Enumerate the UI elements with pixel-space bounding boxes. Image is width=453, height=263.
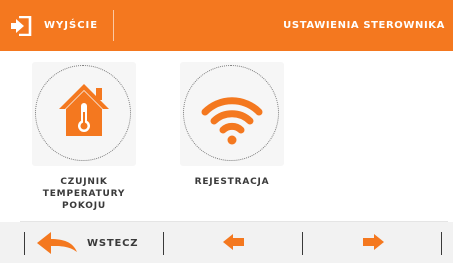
- tile-label: REJESTRACJA: [194, 177, 270, 187]
- arrow-left-icon[interactable]: [222, 232, 246, 252]
- back-button-label: WSTECZ: [87, 238, 139, 249]
- wifi-icon: [201, 97, 263, 145]
- exit-button-label[interactable]: WYJŚCIE: [44, 20, 98, 31]
- footer-divider: [302, 232, 303, 255]
- footer-divider: [24, 232, 25, 255]
- exit-icon[interactable]: [10, 16, 32, 36]
- arrow-right-icon[interactable]: [361, 232, 385, 252]
- page-title: USTAWIENIA STEROWNIKA: [283, 20, 445, 31]
- footer-bar: WSTECZ: [0, 222, 453, 263]
- tile-label: CZUJNIK TEMPERATURY POKOJU: [42, 177, 126, 211]
- footer-divider: [441, 232, 442, 255]
- back-arrow-icon: [37, 232, 77, 254]
- back-button[interactable]: WSTECZ: [35, 230, 145, 256]
- header-divider: [113, 10, 114, 41]
- house-thermometer-icon: [59, 84, 109, 136]
- footer-divider: [163, 232, 164, 255]
- header-bar: WYJŚCIE USTAWIENIA STEROWNIKA: [0, 0, 453, 51]
